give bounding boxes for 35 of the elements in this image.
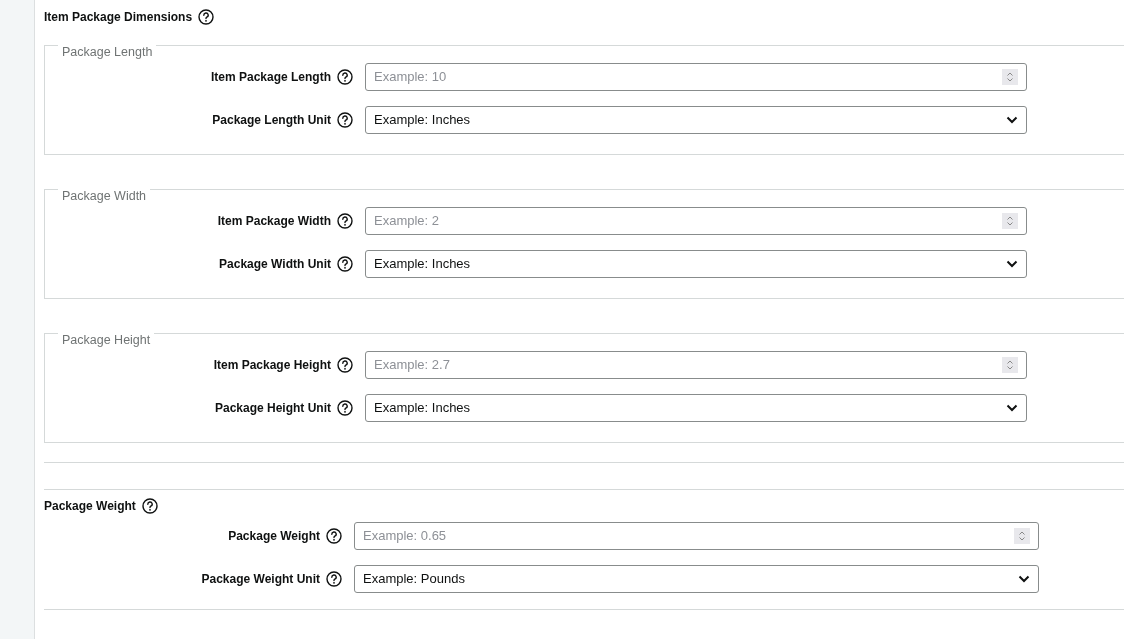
field-label: Package Weight [228,528,320,545]
group-legend: Package Height [58,318,155,348]
help-icon[interactable] [337,357,353,373]
field-label: Package Weight Unit [201,571,320,588]
field-label: Package Height Unit [214,400,331,417]
chevron-down-icon [1018,575,1030,583]
spinner-icon[interactable] [1014,528,1030,544]
unit-dropdown[interactable]: Example: Inches [365,106,1027,134]
help-icon[interactable] [337,256,353,272]
help-icon[interactable] [141,498,158,514]
section-title: Package Weight [44,498,136,515]
help-icon[interactable] [337,112,353,128]
unit-dropdown[interactable]: Example: Pounds [354,565,1039,593]
unit-dropdown[interactable]: Example: Inches [365,250,1027,278]
help-icon[interactable] [326,528,342,544]
group-legend: Package Width [58,174,151,204]
unit-dropdown[interactable]: Example: Inches [365,394,1027,422]
field-label: Item Package Height [213,357,331,374]
chevron-down-icon [1006,260,1018,268]
field-label: Item Package Length [210,69,331,86]
spinner-icon[interactable] [1002,213,1018,229]
help-icon[interactable] [326,571,342,587]
help-icon[interactable] [337,400,353,416]
spinner-icon[interactable] [1002,69,1018,85]
help-icon[interactable] [198,9,215,25]
section-title: Item Package Dimensions [44,9,193,26]
chevron-down-icon [1006,116,1018,124]
help-icon[interactable] [337,213,353,229]
help-icon[interactable] [337,69,353,85]
chevron-down-icon [1006,404,1018,412]
spinner-icon[interactable] [1002,357,1018,373]
field-label: Package Width Unit [219,256,331,273]
field-label: Package Length Unit [212,112,331,129]
group-legend: Package Length [58,30,157,60]
field-label: Item Package Width [217,213,331,230]
